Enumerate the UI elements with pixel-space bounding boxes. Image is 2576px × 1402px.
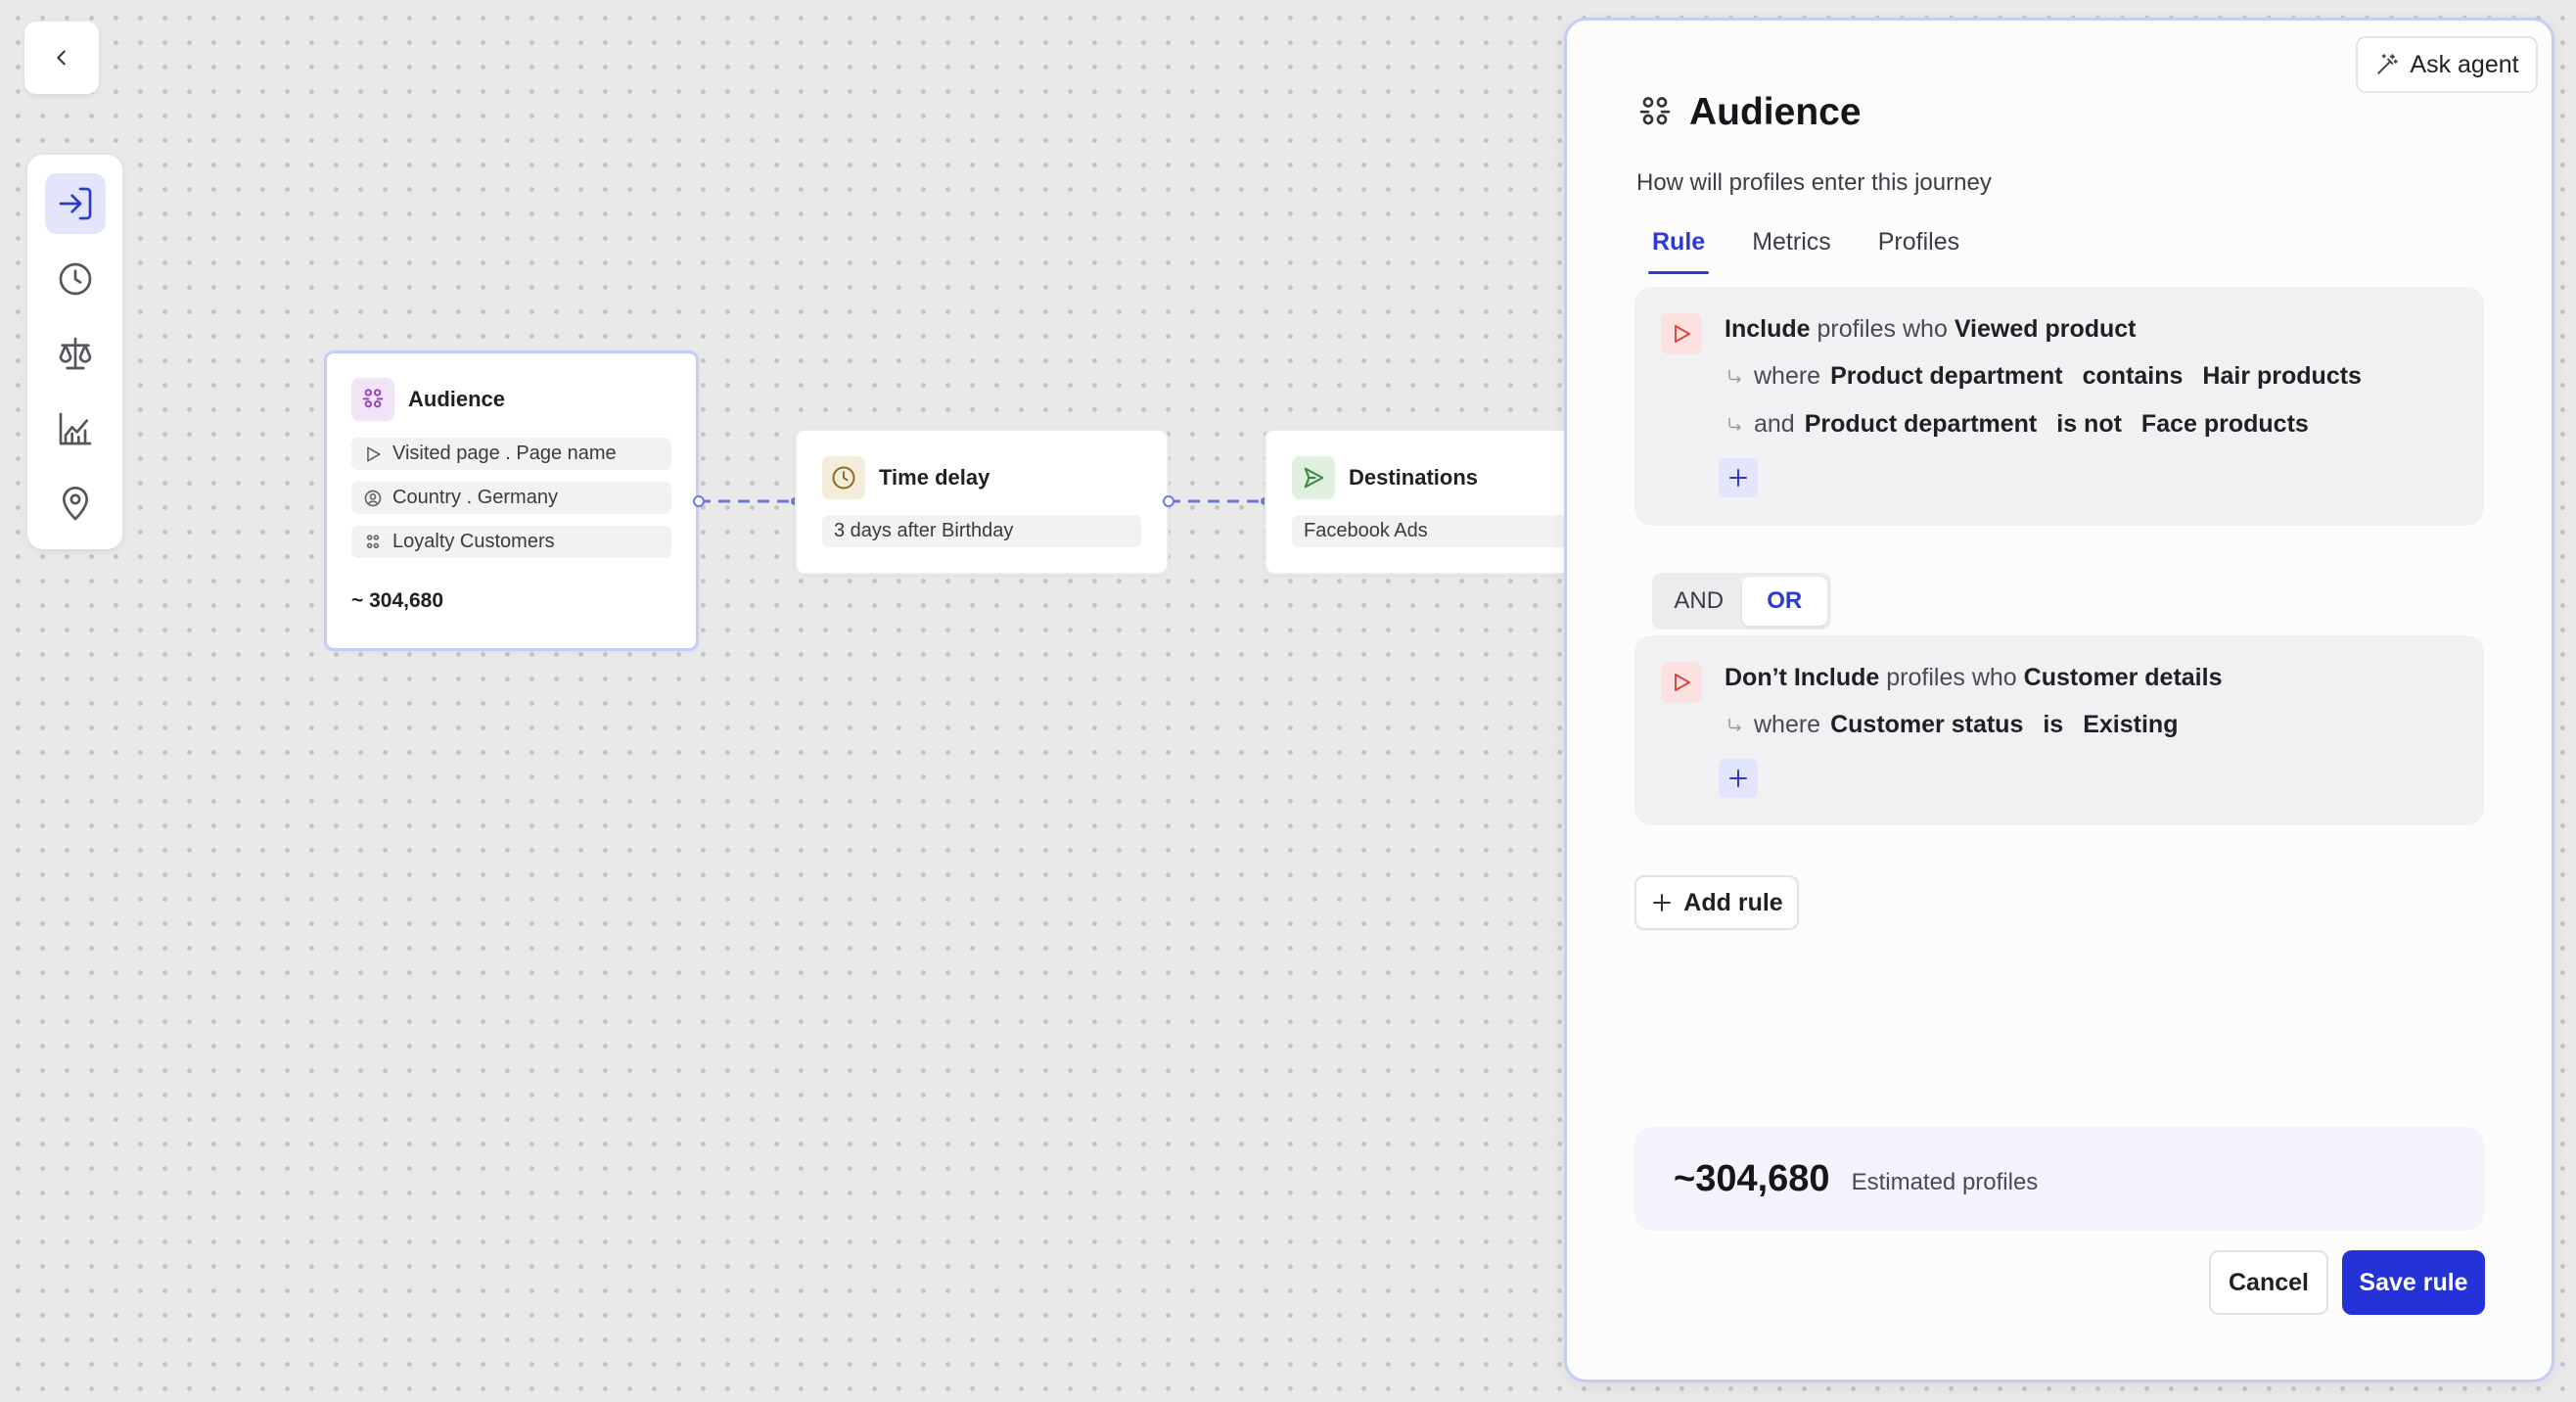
metrics-tool-button[interactable] (45, 398, 106, 459)
cancel-button[interactable]: Cancel (2209, 1250, 2328, 1315)
condition-operator[interactable]: is not (2056, 410, 2122, 439)
rule-event-icon (1661, 313, 1702, 354)
estimated-profiles-box: ~304,680 Estimated profiles (1634, 1127, 2484, 1231)
condition-field[interactable]: Product department (1805, 410, 2038, 439)
scale-icon (56, 334, 95, 373)
rule-event-name[interactable]: Viewed product (1955, 315, 2137, 343)
condition-value[interactable]: Hair products (2202, 362, 2362, 391)
user-circle-icon (363, 489, 383, 508)
condition-operator[interactable]: contains (2083, 362, 2184, 391)
corner-down-right-icon (1725, 367, 1744, 387)
panel-tabs: Rule Metrics Profiles (1647, 228, 2006, 274)
rule-condition: where Product department contains Hair p… (1725, 362, 2362, 391)
play-icon (363, 444, 383, 464)
condition-operator[interactable]: is (2043, 711, 2063, 739)
split-tool-button[interactable] (45, 324, 106, 385)
ask-agent-label: Ask agent (2410, 50, 2519, 78)
clock-icon (830, 464, 857, 491)
logic-toggle: AND OR (1652, 573, 1831, 630)
corner-down-right-icon (1725, 716, 1744, 735)
users-icon (1634, 92, 1676, 133)
destination-tool-button[interactable] (45, 474, 106, 535)
chevron-left-icon (51, 47, 72, 69)
rule-profiles-who: profiles who (1817, 315, 1948, 343)
time-delay-tool-button[interactable] (45, 249, 106, 309)
condition-prefix: where (1754, 711, 1821, 738)
node-toolbar (27, 155, 122, 549)
sign-in-icon (56, 184, 95, 223)
exclude-rule-header: Don’t Include profiles who Customer deta… (1725, 664, 2222, 692)
send-icon (1300, 464, 1327, 491)
plus-icon (1726, 767, 1750, 790)
add-condition-button[interactable] (1719, 759, 1758, 798)
rule-condition: and Product department is not Face produ… (1725, 410, 2309, 439)
time-delay-node-icon (822, 456, 865, 499)
audience-node[interactable]: Audience Visited page . Page name Countr… (324, 350, 699, 651)
magic-wand-icon (2374, 52, 2400, 77)
audience-node-icon (351, 378, 394, 421)
rule-event-icon (1661, 662, 1702, 703)
tab-rule[interactable]: Rule (1647, 228, 1710, 274)
add-condition-button[interactable] (1719, 458, 1758, 497)
condition-value[interactable]: Face products (2141, 410, 2309, 439)
audience-node-title: Audience (408, 387, 506, 411)
audience-node-count: ~ 304,680 (351, 589, 444, 612)
rule-include-keyword: Don’t Include (1725, 664, 1880, 691)
chip-label: Visited page . Page name (392, 443, 617, 464)
back-button[interactable] (24, 22, 99, 94)
ask-agent-button[interactable]: Ask agent (2356, 36, 2538, 93)
include-rule-card: Include profiles who Viewed product wher… (1634, 287, 2484, 526)
corner-down-right-icon (1725, 415, 1744, 435)
audience-chip-country: Country . Germany (351, 482, 671, 514)
plus-icon (1650, 891, 1674, 914)
panel-title: Audience (1689, 91, 1862, 133)
clock-icon (56, 259, 95, 299)
rule-condition: where Customer status is Existing (1725, 711, 2178, 739)
logic-and-option[interactable]: AND (1656, 577, 1742, 626)
audience-panel: Ask agent Audience How will profiles ent… (1564, 18, 2554, 1382)
destinations-node-icon (1292, 456, 1335, 499)
users-icon (363, 533, 383, 552)
rule-event-name[interactable]: Customer details (2024, 664, 2223, 691)
tab-metrics[interactable]: Metrics (1752, 228, 1831, 274)
connector-time-delay-destinations (1163, 495, 1268, 507)
condition-prefix: and (1754, 410, 1795, 438)
include-rule-header: Include profiles who Viewed product (1725, 315, 2137, 344)
add-rule-button[interactable]: Add rule (1634, 875, 1799, 930)
destinations-node-title: Destinations (1349, 465, 1479, 490)
rule-include-keyword: Include (1725, 315, 1811, 343)
add-rule-label: Add rule (1683, 888, 1783, 916)
tab-profiles[interactable]: Profiles (1878, 228, 1959, 274)
panel-subtitle: How will profiles enter this journey (1636, 169, 1992, 196)
time-delay-chip: 3 days after Birthday (822, 515, 1141, 547)
exclude-rule-card: Don’t Include profiles who Customer deta… (1634, 635, 2484, 825)
users-icon (359, 386, 387, 413)
condition-value[interactable]: Existing (2083, 711, 2178, 739)
audience-chip-loyalty: Loyalty Customers (351, 526, 671, 558)
map-pin-icon (56, 485, 95, 524)
plus-icon (1726, 466, 1750, 490)
audience-chip-visited-page: Visited page . Page name (351, 438, 671, 470)
condition-field[interactable]: Customer status (1830, 711, 2023, 739)
connector-audience-time-delay (693, 495, 799, 507)
entry-tool-button[interactable] (44, 173, 106, 234)
chip-label: Country . Germany (392, 487, 558, 508)
chip-label: Loyalty Customers (392, 531, 555, 552)
chart-line-icon (56, 409, 95, 448)
time-delay-node[interactable]: Time delay 3 days after Birthday (795, 429, 1169, 575)
condition-field[interactable]: Product department (1830, 362, 2063, 391)
chip-label: Facebook Ads (1304, 520, 1428, 541)
panel-header: Audience (1634, 91, 1862, 134)
time-delay-node-title: Time delay (879, 465, 990, 490)
rule-profiles-who: profiles who (1886, 664, 2017, 691)
estimated-profiles-value: ~304,680 (1674, 1157, 1830, 1199)
save-rule-button[interactable]: Save rule (2342, 1250, 2485, 1315)
condition-prefix: where (1754, 362, 1821, 390)
chip-label: 3 days after Birthday (834, 520, 1014, 541)
estimated-profiles-label: Estimated profiles (1851, 1169, 2039, 1195)
logic-or-option[interactable]: OR (1741, 577, 1827, 626)
